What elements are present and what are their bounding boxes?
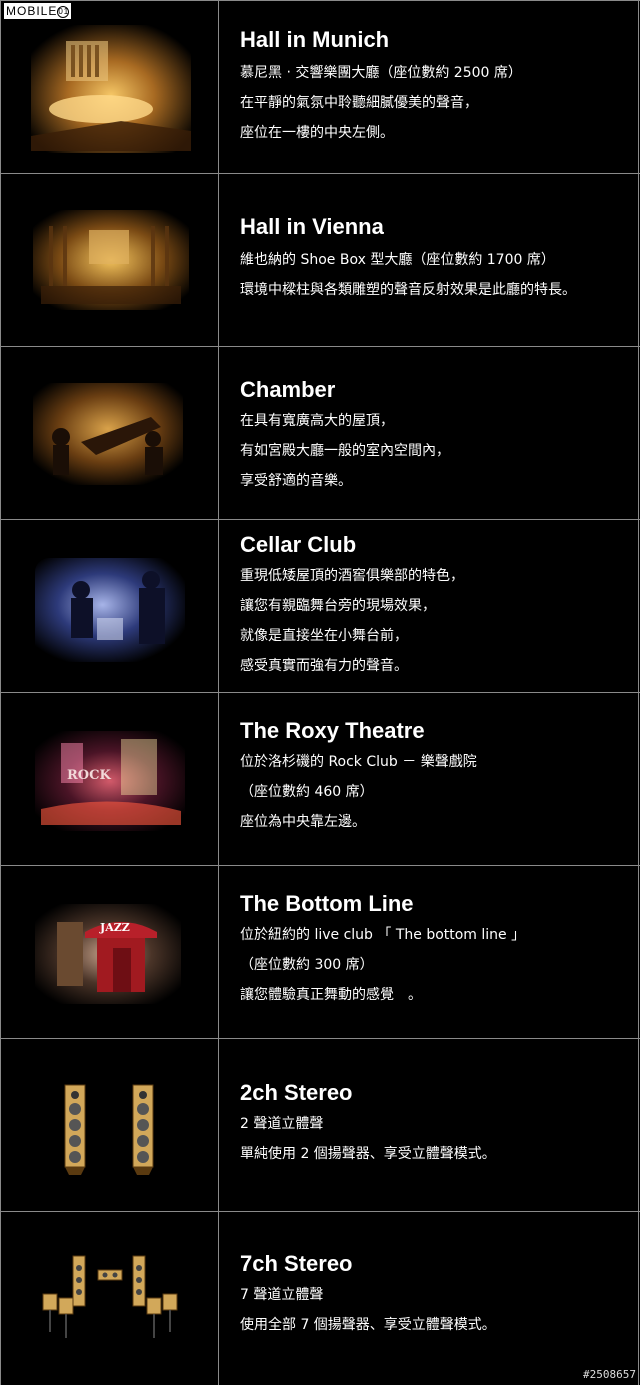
column-divider: [218, 1039, 219, 1211]
speaker-icon: [132, 1255, 146, 1307]
mode-title: Chamber: [240, 377, 336, 402]
mode-description-line: 使用全部 7 個揚聲器、享受立體聲模式。: [240, 1317, 496, 1333]
sound-mode-table: Hall in Munich 慕尼黑 ‧ 交響樂團大廳（座位數約 2500 席）…: [0, 0, 640, 1385]
mode-description-line: 慕尼黑 ‧ 交響樂團大廳（座位數約 2500 席）: [240, 65, 522, 81]
mode-description-line: 就像是直接坐在小舞台前，: [240, 628, 408, 644]
column-divider: [218, 866, 219, 1038]
jazz-sign: JAZZ: [99, 921, 130, 934]
mode-description-line: 重現低矮屋頂的酒窖俱樂部的特色，: [240, 568, 464, 584]
mode-row-2ch-stereo: 2ch Stereo 2 聲道立體聲 單純使用 2 個揚聲器、享受立體聲模式。: [0, 1039, 640, 1212]
mode-description-line: 感受真實而強有力的聲音。: [240, 658, 408, 674]
vienna-hall-image: [1, 174, 218, 346]
mode-title: Hall in Munich: [240, 27, 390, 52]
mode-description-line: 座位在一樓的中央左側。: [240, 125, 394, 141]
roxy-rock-sign: ROCK: [67, 768, 111, 783]
mode-description-line: 讓您體驗真正舞動的感覺 。: [240, 987, 422, 1003]
mode-description-line: 7 聲道立體聲: [240, 1287, 324, 1303]
seven-speaker-illustration: [1, 1212, 218, 1385]
logo-suffix: 01: [57, 5, 70, 18]
mode-title: Hall in Vienna: [240, 214, 384, 239]
mode-description-line: 有如宮殿大廳一般的室內空間內，: [240, 443, 450, 459]
mode-description-line: 在平靜的氣氛中聆聽細膩優美的聲音，: [240, 95, 478, 111]
mode-description-line: 讓您有親臨舞台旁的現場效果，: [240, 598, 436, 614]
chamber-image: [1, 347, 218, 519]
mode-row-cellar-club: Cellar Club 重現低矮屋頂的酒窖俱樂部的特色， 讓您有親臨舞台旁的現場…: [0, 520, 640, 693]
cellar-club-image: [1, 520, 218, 692]
image-watermark: #2508657: [583, 1368, 636, 1381]
roxy-theatre-image: ROCK: [1, 693, 218, 865]
speaker-icon: [132, 1084, 154, 1175]
mobile01-logo: MOBILE01: [4, 3, 72, 19]
mode-row-vienna: Hall in Vienna 維也納的 Shoe Box 型大廳（座位數約 17…: [0, 174, 640, 347]
two-speaker-illustration: [1, 1039, 218, 1211]
mode-description-line: 位於紐約的 live club 「 The bottom line 」: [240, 927, 526, 943]
column-divider: [218, 347, 219, 519]
speaker-icon: [64, 1084, 86, 1175]
mode-title: 2ch Stereo: [240, 1080, 353, 1105]
mode-description-line: 在具有寬廣高大的屋頂，: [240, 413, 394, 429]
column-divider: [218, 1, 219, 173]
mode-description-line: 享受舒適的音樂。: [240, 473, 352, 489]
mode-description-line: （座位數約 300 席）: [240, 957, 374, 973]
mode-row-bottom-line: JAZZ The Bottom Line 位於紐約的 live club 「 T…: [0, 866, 640, 1039]
mode-description-line: 環境中樑柱與各類雕塑的聲音反射效果是此廳的特長。: [240, 282, 576, 298]
mode-title: The Bottom Line: [240, 891, 414, 916]
mode-description-line: （座位數約 460 席）: [240, 784, 374, 800]
column-divider: [218, 174, 219, 346]
mode-title: 7ch Stereo: [240, 1251, 353, 1276]
mode-description-line: 2 聲道立體聲: [240, 1116, 324, 1132]
center-speaker-icon: [97, 1269, 123, 1281]
mode-row-chamber: Chamber 在具有寬廣高大的屋頂， 有如宮殿大廳一般的室內空間內， 享受舒適…: [0, 347, 640, 520]
mode-title: Cellar Club: [240, 532, 357, 557]
mode-description-line: 位於洛杉磯的 Rock Club － 樂聲戲院: [240, 754, 477, 770]
mode-title: The Roxy Theatre: [240, 718, 425, 743]
column-divider: [218, 1212, 219, 1385]
mode-row-roxy-theatre: ROCK The Roxy Theatre 位於洛杉磯的 Rock Club －…: [0, 693, 640, 866]
munich-hall-image: [1, 1, 218, 173]
column-divider: [218, 520, 219, 692]
mode-description-line: 座位為中央靠左邊。: [240, 814, 366, 830]
surround-speaker-icon: [42, 1293, 178, 1338]
mode-description-line: 單純使用 2 個揚聲器、享受立體聲模式。: [240, 1146, 496, 1162]
logo-text: MOBILE: [6, 4, 58, 18]
speaker-icon: [72, 1255, 86, 1307]
column-divider: [218, 693, 219, 865]
mode-row-munich: Hall in Munich 慕尼黑 ‧ 交響樂團大廳（座位數約 2500 席）…: [0, 0, 640, 174]
mode-row-7ch-stereo: 7ch Stereo 7 聲道立體聲 使用全部 7 個揚聲器、享受立體聲模式。: [0, 1212, 640, 1385]
bottom-line-image: JAZZ: [1, 866, 218, 1038]
mode-description-line: 維也納的 Shoe Box 型大廳（座位數約 1700 席）: [240, 252, 555, 268]
